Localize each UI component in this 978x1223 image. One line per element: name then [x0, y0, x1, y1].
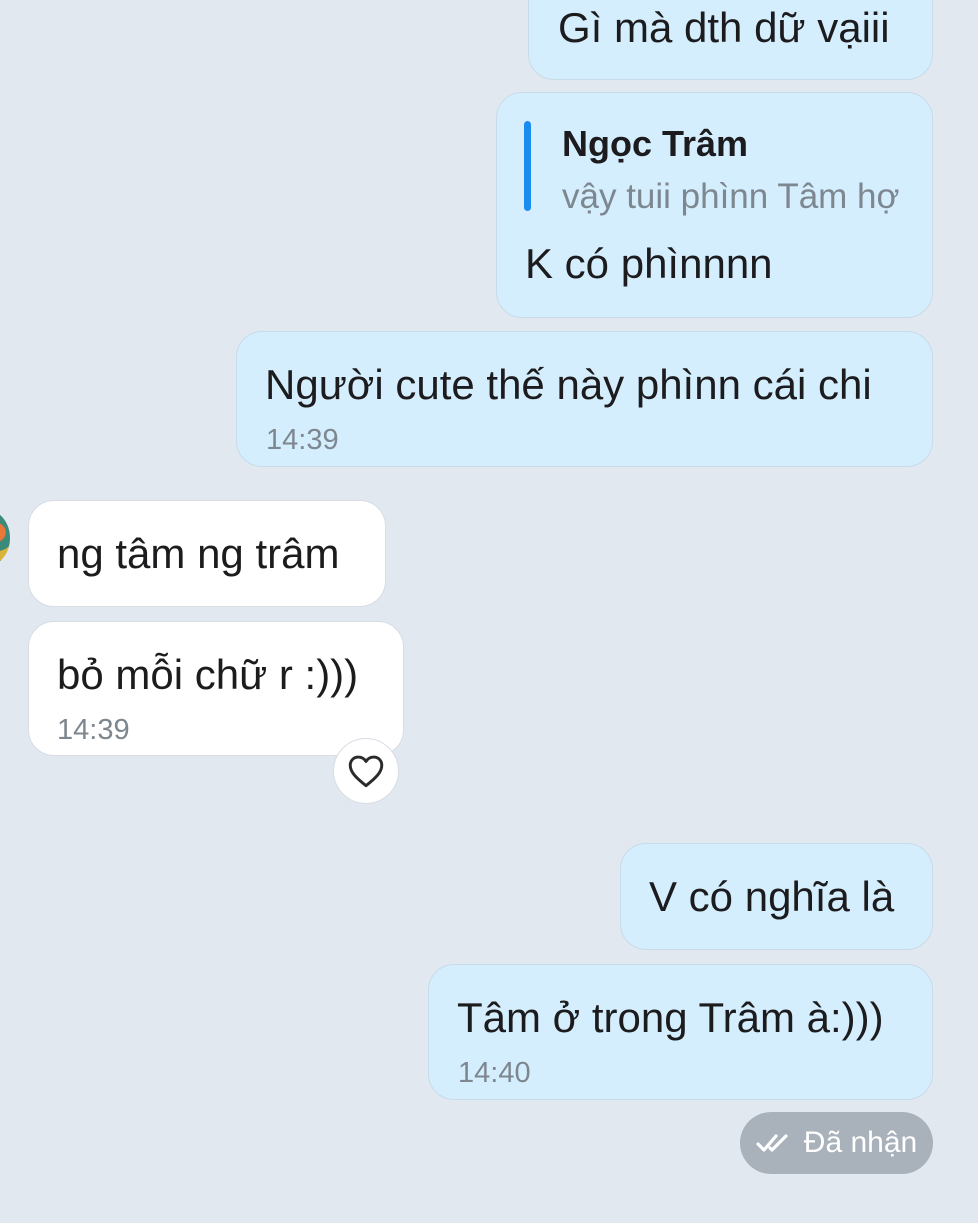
message-timestamp: 14:40 [458, 1057, 531, 1089]
message-bubble-incoming[interactable]: ng tâm ng trâm [28, 500, 386, 607]
message-text: Tâm ở trong Trâm à:))) [457, 994, 884, 1041]
reply-quote-author[interactable]: Ngọc Trâm [562, 123, 748, 165]
message-bubble-outgoing[interactable]: V có nghĩa là [620, 843, 933, 950]
sender-avatar[interactable] [0, 510, 10, 566]
message-timestamp: 14:39 [266, 424, 339, 456]
delivery-status-label: Đã nhận [803, 1126, 918, 1159]
message-text: V có nghĩa là [649, 873, 895, 920]
react-button[interactable] [333, 738, 399, 804]
message-text: ng tâm ng trâm [57, 530, 340, 577]
message-bubble-incoming[interactable]: bỏ mỗi chữ r :))) 14:39 [28, 621, 404, 756]
reply-quote-bar [524, 121, 531, 211]
message-bubble-outgoing[interactable]: Tâm ở trong Trâm à:))) 14:40 [428, 964, 933, 1100]
heart-outline-icon [348, 755, 384, 788]
message-timestamp: 14:39 [57, 714, 130, 746]
double-check-icon [756, 1134, 788, 1152]
delivery-status-badge: Đã nhận [740, 1112, 933, 1174]
message-text: K có phìnnnn [525, 240, 773, 287]
message-bubble-outgoing[interactable]: Gì mà dth dữ vạiii [528, 0, 933, 80]
message-text: bỏ mỗi chữ r :))) [57, 651, 359, 698]
message-bubble-outgoing-reply[interactable]: Ngọc Trâm vậy tuii phìnn Tâm hợ K có phì… [496, 92, 933, 318]
message-text: Người cute thế này phìnn cái chi [265, 361, 872, 408]
message-text: Gì mà dth dữ vạiii [558, 4, 890, 51]
reply-quote-text[interactable]: vậy tuii phìnn Tâm hợ [562, 177, 899, 217]
message-bubble-outgoing[interactable]: Người cute thế này phìnn cái chi 14:39 [236, 331, 933, 467]
